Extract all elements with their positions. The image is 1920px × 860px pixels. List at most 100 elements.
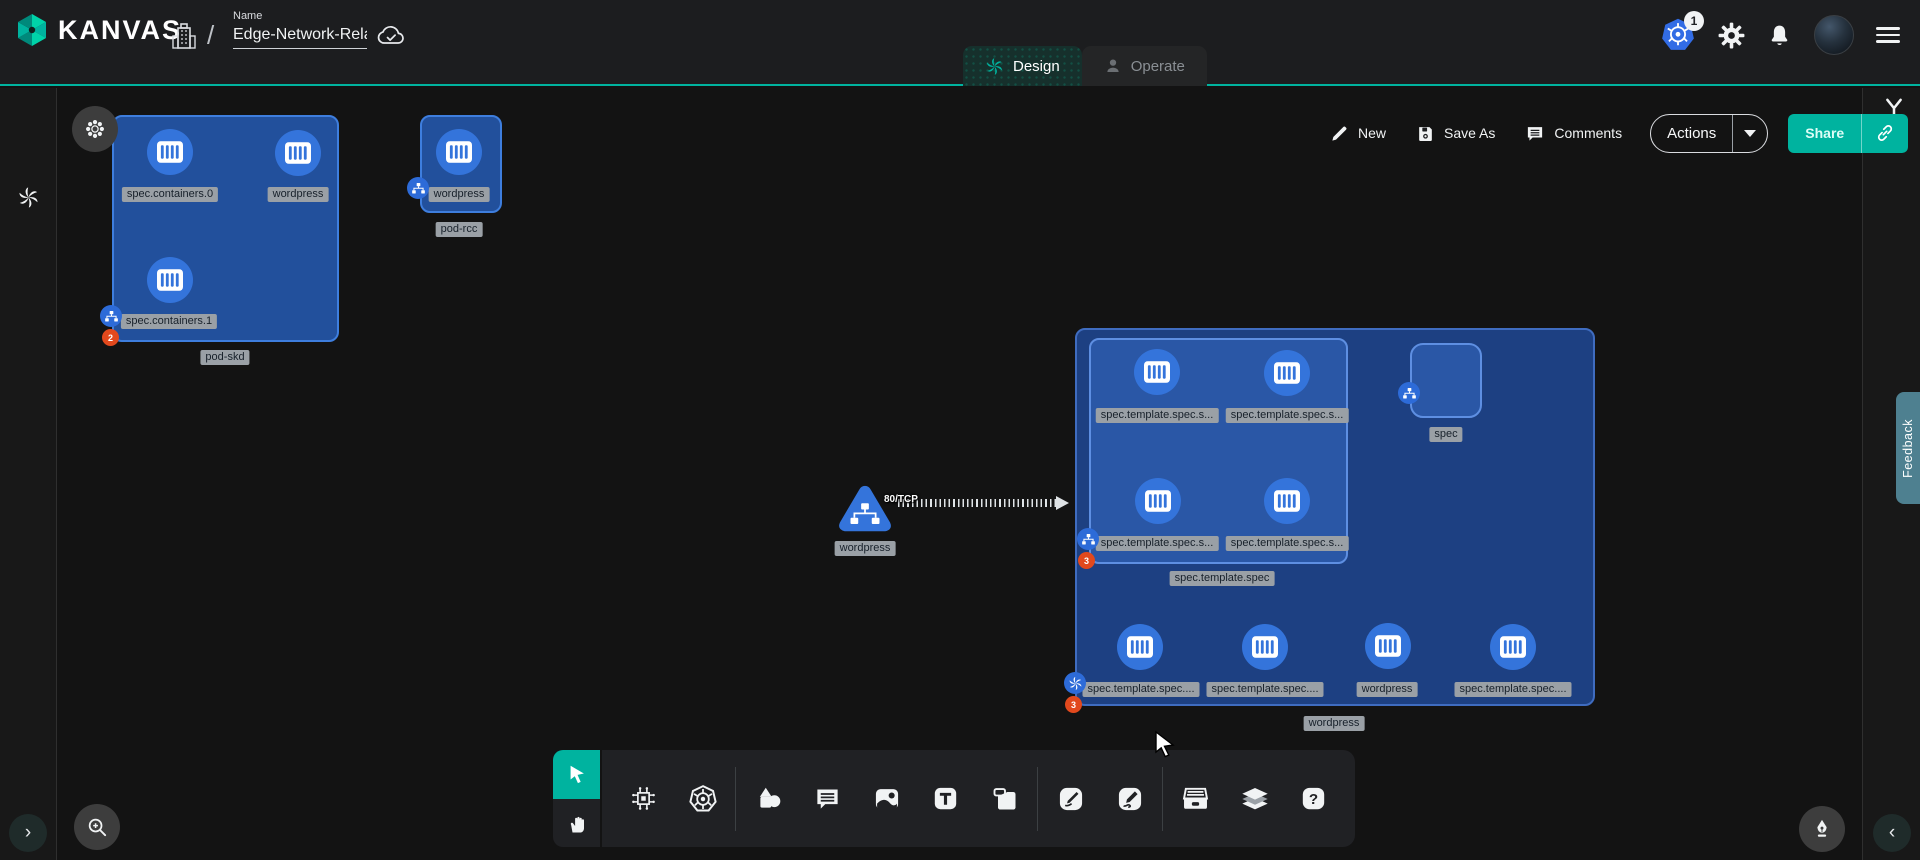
- comments-button[interactable]: Comments: [1517, 118, 1630, 149]
- collapse-right-panel-button[interactable]: ‹: [1873, 814, 1911, 852]
- share-split-button[interactable]: Share: [1788, 114, 1908, 153]
- freehand-draw-tool-button[interactable]: [1100, 763, 1159, 835]
- components-tool-button[interactable]: [614, 763, 673, 835]
- breadcrumb-separator: /: [207, 20, 214, 51]
- container-icon: [1127, 636, 1153, 658]
- container-icon: [1144, 361, 1170, 383]
- tab-operate[interactable]: Operate: [1082, 46, 1207, 86]
- zoom-button[interactable]: [74, 804, 120, 850]
- collapsed-node-flower-button[interactable]: [72, 106, 118, 152]
- settings-gear-icon[interactable]: [1718, 22, 1745, 49]
- image-icon: [873, 785, 901, 813]
- image-tool-button[interactable]: [857, 763, 916, 835]
- container-node-wordpress[interactable]: [275, 130, 321, 176]
- help-tool-button[interactable]: ?: [1284, 763, 1343, 835]
- container-node-spec-containers-1[interactable]: [147, 257, 193, 303]
- notifications-bell-icon[interactable]: [1767, 22, 1792, 49]
- menu-hamburger-icon[interactable]: [1876, 27, 1900, 43]
- spec-node-label: spec: [1429, 427, 1462, 442]
- new-button[interactable]: New: [1322, 118, 1394, 149]
- actions-dropdown-arrow[interactable]: [1732, 115, 1767, 152]
- pointer-tool-column: [553, 750, 600, 847]
- text-icon: [932, 785, 959, 812]
- sitemap-icon: [1403, 388, 1416, 399]
- cloud-saved-icon: [376, 24, 406, 48]
- container-node-wordpress[interactable]: [436, 129, 482, 175]
- design-action-bar: New Save As Comments Actions Share: [1322, 112, 1908, 154]
- group-label-pod-skd: pod-skd: [200, 350, 249, 365]
- container-node-bottom-0[interactable]: [1117, 624, 1163, 670]
- toolbar-divider: [1037, 767, 1038, 831]
- node-label: spec.template.spec.s...: [1226, 408, 1349, 423]
- ink-pen-button[interactable]: [1799, 806, 1845, 852]
- container-node-template-1[interactable]: [1264, 350, 1310, 396]
- toolbar-divider: [735, 767, 736, 831]
- container-node-template-3[interactable]: [1264, 478, 1310, 524]
- kubernetes-tool-button[interactable]: [673, 763, 732, 835]
- toolbar-divider: [1162, 767, 1163, 831]
- relationship-badge[interactable]: [407, 177, 429, 199]
- service-edge[interactable]: [898, 499, 1058, 507]
- container-node-bottom-2[interactable]: [1365, 623, 1411, 669]
- service-node-wordpress[interactable]: [836, 482, 894, 538]
- spec-node[interactable]: [1410, 343, 1482, 418]
- actions-button-label[interactable]: Actions: [1651, 115, 1732, 152]
- question-icon: ?: [1300, 785, 1327, 812]
- organization-building-icon[interactable]: [171, 22, 197, 50]
- drawer-tool-button[interactable]: [1166, 763, 1225, 835]
- drawer-archive-icon: [1181, 784, 1210, 813]
- new-pencil-icon: [1330, 124, 1349, 143]
- relationship-badge[interactable]: [100, 305, 122, 327]
- meshery-swirl-badge[interactable]: [1064, 672, 1086, 694]
- brand-wordmark: KANVAS: [58, 15, 182, 46]
- swirl-icon: [1068, 676, 1083, 691]
- node-label: spec.template.spec.s...: [1096, 408, 1219, 423]
- copy-link-button[interactable]: [1861, 114, 1908, 153]
- design-history-spiral-icon[interactable]: [17, 186, 40, 209]
- caret-down-icon: [1744, 130, 1756, 137]
- kanvas-logo[interactable]: KANVAS: [14, 12, 182, 48]
- context-count-badge: 1: [1684, 11, 1704, 31]
- operate-person-icon: [1104, 57, 1122, 75]
- share-button-label[interactable]: Share: [1788, 114, 1861, 153]
- relationship-badge[interactable]: [1077, 528, 1099, 550]
- container-node-template-2[interactable]: [1135, 478, 1181, 524]
- edge-port-label: 80/TCP: [884, 494, 918, 505]
- kubernetes-context-button[interactable]: 1: [1660, 18, 1696, 52]
- layers-tool-button[interactable]: [1225, 763, 1284, 835]
- container-node-template-0[interactable]: [1134, 349, 1180, 395]
- pen-line-icon: [1057, 785, 1085, 813]
- sitemap-icon: [105, 311, 118, 322]
- chip-circuit-icon: [630, 785, 657, 812]
- issue-count-badge[interactable]: 3: [1078, 552, 1095, 569]
- container-node-bottom-3[interactable]: [1490, 624, 1536, 670]
- tab-design[interactable]: Design: [963, 46, 1082, 86]
- container-node-spec-containers-0[interactable]: [147, 129, 193, 175]
- comment-tool-button[interactable]: [798, 763, 857, 835]
- issue-count-badge[interactable]: 3: [1065, 696, 1082, 713]
- container-node-bottom-1[interactable]: [1242, 624, 1288, 670]
- node-label: spec.template.spec....: [1207, 682, 1324, 697]
- kanvas-hexagon-icon: [14, 12, 50, 48]
- save-as-button[interactable]: Save As: [1408, 118, 1503, 149]
- expand-left-panel-button[interactable]: ›: [9, 814, 47, 852]
- node-label: spec.template.spec....: [1083, 682, 1200, 697]
- container-icon: [157, 269, 183, 291]
- user-avatar[interactable]: [1814, 15, 1854, 55]
- select-tool-button[interactable]: [553, 750, 600, 799]
- shapes-tool-button[interactable]: [739, 763, 798, 835]
- canvas-toolbar: ?: [553, 750, 1355, 847]
- draw-line-tool-button[interactable]: [1041, 763, 1100, 835]
- node-label: wordpress: [1357, 682, 1418, 697]
- relationship-badge[interactable]: [1398, 382, 1420, 404]
- flower-asterisk-icon: [84, 118, 106, 140]
- actions-split-button[interactable]: Actions: [1650, 114, 1768, 153]
- design-name-input[interactable]: [233, 24, 367, 49]
- container-icon: [1145, 490, 1171, 512]
- pan-tool-button[interactable]: [553, 799, 600, 848]
- issue-count-badge[interactable]: 2: [102, 329, 119, 346]
- node-label: spec.containers.0: [122, 187, 218, 202]
- text-tool-button[interactable]: [916, 763, 975, 835]
- feedback-tab[interactable]: Feedback: [1896, 392, 1920, 504]
- note-tool-button[interactable]: [975, 763, 1034, 835]
